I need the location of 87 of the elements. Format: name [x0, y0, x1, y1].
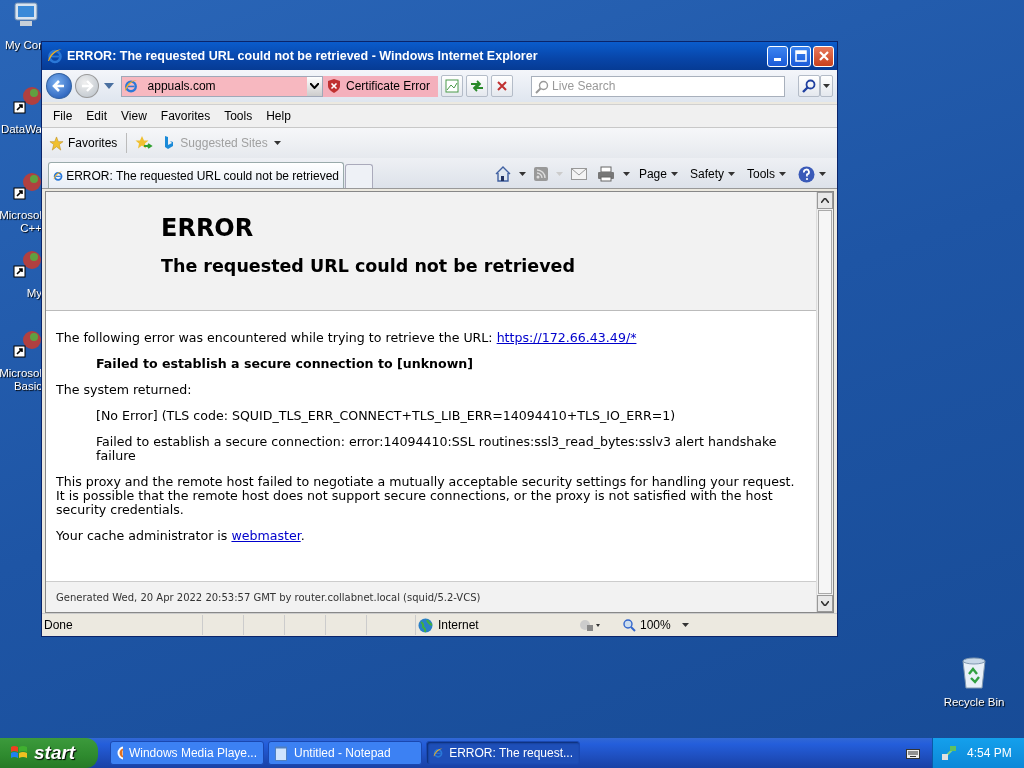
back-button[interactable]	[46, 73, 72, 99]
minimize-button[interactable]	[767, 45, 788, 67]
taskbar-button[interactable]: Untitled - Notepad	[268, 741, 422, 765]
address-field[interactable]: appuals.com	[120, 75, 323, 97]
desktop-icon-label[interactable]: DataWa	[0, 123, 42, 136]
generated-note: Generated Wed, 20 Apr 2022 20:53:57 GMT by router.collabnet.local (squid/5.2-VCS)	[56, 591, 481, 603]
browser-icon	[123, 79, 138, 93]
forward-arrow-icon	[79, 79, 94, 93]
error-message: Failed to establish a secure connection to [unknown]	[96, 357, 475, 371]
star-icon	[49, 135, 64, 151]
search-field[interactable]: Live Search	[531, 75, 786, 97]
error-heading: ERROR	[161, 214, 255, 242]
menu-item[interactable]: File	[46, 109, 80, 123]
system-returned-label: The system returned:	[56, 383, 193, 397]
menu-item[interactable]: Edit	[79, 109, 115, 123]
close-button[interactable]	[813, 45, 834, 67]
help-icon	[798, 165, 815, 183]
caret-icon	[273, 141, 281, 145]
close-icon	[817, 50, 830, 62]
maximize-icon	[794, 50, 807, 62]
windows-logo	[10, 745, 28, 761]
error-explanation: This proxy and the remote host failed to negotiate a mutually acceptable security settings for handling your request. It is possible that the remote host does not support secure connections, or the proxy is not satisfied with the host security credentials.	[56, 475, 796, 517]
certificate-error-button[interactable]: Certificate Error	[323, 75, 439, 97]
scroll-up-button[interactable]	[817, 192, 833, 209]
scroll-down-button[interactable]	[817, 595, 833, 612]
status-text: Done	[44, 618, 74, 632]
caret-icon	[821, 601, 829, 606]
taskbar-button[interactable]: ERROR: The request...	[426, 741, 580, 765]
network-icon[interactable]	[941, 745, 957, 761]
desktop-icon-label[interactable]: My	[26, 287, 42, 300]
maximize-button[interactable]	[790, 45, 811, 67]
browser-tab[interactable]: ERROR: The requested URL could not be retrieved	[48, 162, 344, 188]
url-link[interactable]: https://172.66.43.49/*	[496, 330, 637, 345]
webmaster-link[interactable]: webmaster	[231, 528, 301, 543]
error-subheading: The requested URL could not be retrieved	[161, 256, 576, 276]
search-icon	[535, 79, 550, 94]
window-title: ERROR: The requested URL could not be retrieved - Windows Internet Explorer	[67, 49, 539, 63]
desktop-icon-label[interactable]: Microsol C++	[0, 209, 42, 235]
command-menu[interactable]: Tools	[744, 167, 789, 181]
security-zone: Internet	[415, 615, 568, 635]
refresh-icon[interactable]	[466, 75, 489, 97]
caret-icon	[779, 172, 786, 176]
shortcut-icon[interactable]	[12, 328, 42, 358]
system-message: [No Error] (TLS code: SQUID_TLS_ERR_CONNECT+TLS_LIB_ERR=14094410+TLS_IO_ERR=1)	[96, 409, 677, 423]
dropdown-icon[interactable]	[518, 172, 526, 176]
minimize-icon	[774, 58, 781, 61]
media-player-icon	[117, 746, 123, 760]
dropdown-icon[interactable]	[681, 623, 689, 627]
desktop-icon-label[interactable]: Recycle Bin	[943, 696, 1005, 708]
keyboard-icon[interactable]	[906, 747, 920, 759]
dropdown-icon[interactable]	[622, 172, 630, 176]
taskbar-button[interactable]: Windows Media Playe...	[110, 741, 264, 765]
menu-item[interactable]: Favorites	[153, 109, 218, 123]
command-menu[interactable]: Safety	[686, 167, 738, 181]
caret-icon	[819, 172, 826, 176]
command-menu[interactable]: Page	[635, 167, 681, 181]
favorites-button[interactable]: Favorites	[46, 135, 121, 151]
help-button[interactable]	[795, 165, 829, 183]
dropdown-icon[interactable]	[307, 76, 322, 96]
scroll-thumb[interactable]	[818, 210, 832, 594]
system-message: Failed to establish a secure connection: error:14094410:SSL routines:ssl3_read_bytes:sslv3 alert handshake failure	[96, 435, 778, 463]
shortcut-icon[interactable]	[12, 170, 42, 200]
globe-icon	[418, 617, 433, 633]
browser-icon	[47, 48, 63, 64]
shield-icon	[327, 79, 341, 93]
admin-note: Your cache administrator is webmaster.	[56, 529, 306, 543]
menu-item[interactable]: View	[114, 109, 154, 123]
zoom-button[interactable]: 100%	[620, 618, 674, 632]
shortcut-icon[interactable]	[12, 248, 42, 278]
caret-icon	[670, 172, 678, 176]
caret-icon	[728, 172, 735, 176]
desktop-icon-label[interactable]: My Cor	[4, 39, 42, 52]
dropdown-icon[interactable]	[820, 75, 833, 97]
stop-icon[interactable]	[491, 75, 514, 97]
menu-item[interactable]: Tools	[217, 109, 260, 123]
shortcut-icon[interactable]	[12, 84, 42, 114]
error-intro: The following error was encountered while trying to retrieve the URL: https://172.66.43.49/*	[56, 331, 638, 345]
desktop-icon-label[interactable]: Microsol Basic	[0, 367, 42, 393]
search-button[interactable]	[798, 75, 821, 97]
start-button[interactable]: start	[0, 738, 98, 768]
notepad-icon	[275, 745, 288, 761]
menu-item[interactable]: Help	[259, 109, 298, 123]
forward-button[interactable]	[74, 74, 99, 98]
back-arrow-icon	[51, 79, 66, 93]
clock: 4:54 PM	[967, 746, 1012, 760]
magnifier-icon	[623, 618, 636, 632]
caret-icon	[821, 198, 829, 203]
